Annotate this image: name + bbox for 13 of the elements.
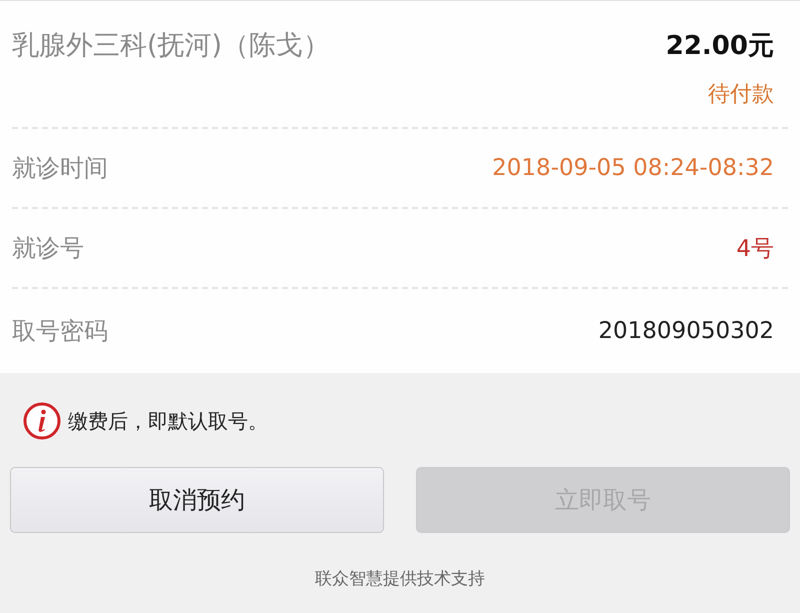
detail-label: 就诊号 <box>12 233 84 264</box>
detail-value: 4号 <box>736 234 774 264</box>
footer-text: 联众智慧提供技术支持 <box>314 568 486 590</box>
notice-text: 缴费后，即默认取号。 <box>68 408 268 434</box>
detail-value: 201809050302 <box>598 318 774 344</box>
detail-value: 2018-09-05 08:24-08:32 <box>492 155 774 181</box>
info-icon <box>22 401 62 441</box>
detail-label: 取号密码 <box>12 316 108 347</box>
department-title: 乳腺外三科(抚河)（陈戈） <box>12 29 330 63</box>
cancel-button[interactable]: 取消预约 <box>10 467 384 533</box>
payment-status: 待付款 <box>708 81 774 109</box>
amount: 22.00元 <box>666 30 774 62</box>
detail-label: 就诊时间 <box>12 153 108 184</box>
